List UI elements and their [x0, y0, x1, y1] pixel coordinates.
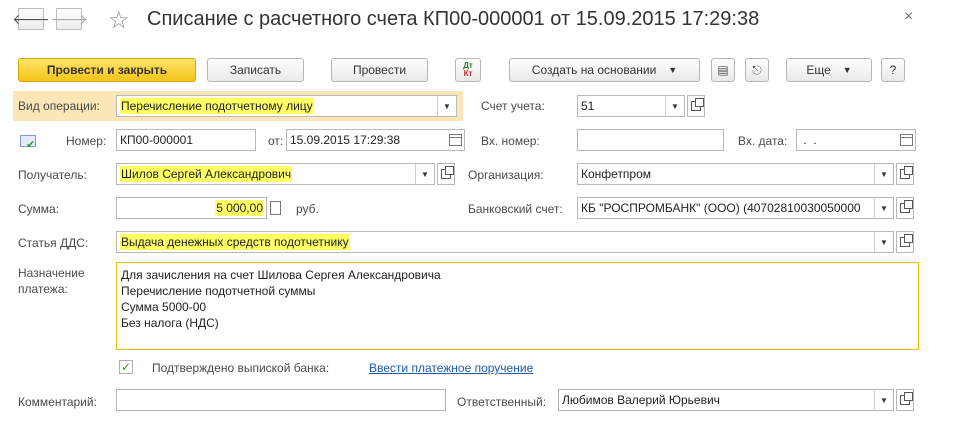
- organization-value: Конфетпром: [581, 167, 652, 181]
- document-icon: ▤: [717, 63, 729, 77]
- report-button[interactable]: ▤: [711, 58, 735, 82]
- cash-flow-item-open-button[interactable]: [896, 231, 914, 253]
- operation-type-label: Вид операции:: [18, 99, 100, 113]
- cash-flow-item-value: Выдача денежных средств подотчетнику: [120, 234, 350, 250]
- check-icon: ✔: [26, 139, 36, 151]
- kt-label: Кт: [463, 69, 473, 78]
- operation-type-value: Перечисление подотчетному лицу: [120, 98, 314, 114]
- amount-value: 5 000,00: [215, 200, 264, 216]
- account-label: Счет учета:: [481, 99, 545, 113]
- payment-purpose-label-2: платежа:: [18, 282, 68, 296]
- account-field[interactable]: 51 ▼: [577, 95, 685, 117]
- organization-field[interactable]: Конфетпром ▼: [577, 163, 894, 185]
- payment-purpose-label-1: Назначение: [18, 266, 85, 280]
- currency-label: руб.: [296, 202, 319, 216]
- arrow-left-icon: 🡐: [12, 10, 50, 27]
- incoming-date-label: Вх. дата:: [738, 134, 788, 148]
- chevron-down-icon[interactable]: ▼: [874, 390, 893, 410]
- more-label: Еще: [806, 63, 831, 77]
- arrow-right-icon: 🡒: [50, 10, 88, 27]
- amount-field[interactable]: 5 000,00: [116, 197, 267, 219]
- account-value: 51: [581, 99, 595, 113]
- payment-purpose-line: Без налога (НДС): [121, 316, 219, 330]
- organization-label: Организация:: [468, 168, 544, 182]
- date-value: 15.09.2015 17:29:38: [290, 133, 401, 147]
- chevron-down-icon[interactable]: ▼: [665, 96, 684, 116]
- comment-field[interactable]: [116, 389, 446, 411]
- number-value: КП00-000001: [120, 133, 194, 147]
- bank-account-label: Банковский счет:: [468, 202, 563, 216]
- create-based-on-button[interactable]: Создать на основании ▼: [509, 58, 700, 82]
- comment-label: Комментарий:: [18, 395, 97, 409]
- responsible-open-button[interactable]: [896, 389, 914, 411]
- open-icon: [900, 392, 913, 405]
- checkmark-icon: ✓: [120, 360, 132, 374]
- confirmed-checkbox[interactable]: ✓: [119, 360, 133, 374]
- help-button[interactable]: ?: [881, 58, 905, 82]
- confirmed-label: Подтверждено выпиской банка:: [152, 361, 330, 375]
- recipient-label: Получатель:: [18, 168, 87, 182]
- chevron-down-icon: ▼: [668, 65, 678, 75]
- incoming-date-value: . .: [800, 133, 831, 147]
- paperclip-icon: ⎋: [752, 62, 762, 77]
- recipient-value: Шилов Сергей Александрович: [120, 166, 293, 182]
- operation-type-field[interactable]: Перечисление подотчетному лицу ▼: [116, 95, 457, 117]
- responsible-field[interactable]: Любимов Валерий Юрьевич ▼: [558, 389, 894, 411]
- chevron-down-icon[interactable]: ▼: [437, 96, 456, 116]
- incoming-date-field[interactable]: . .: [796, 129, 916, 151]
- calculator-icon[interactable]: [270, 201, 281, 215]
- incoming-number-label: Вх. номер:: [481, 134, 540, 148]
- payment-purpose-line: Сумма 5000-00: [121, 300, 207, 314]
- account-open-button[interactable]: [687, 95, 705, 117]
- cash-flow-item-field[interactable]: Выдача денежных средств подотчетнику ▼: [116, 231, 894, 253]
- bank-account-open-button[interactable]: [896, 197, 914, 219]
- cash-flow-item-label: Статья ДДС:: [18, 236, 89, 250]
- close-icon[interactable]: ×: [904, 8, 913, 26]
- more-button[interactable]: Еще ▼: [786, 58, 872, 82]
- window-title: Списание с расчетного счета КП00-000001 …: [147, 8, 760, 30]
- back-button[interactable]: 🡐: [12, 8, 50, 30]
- create-based-on-label: Создать на основании: [531, 63, 657, 77]
- open-icon: [691, 98, 704, 111]
- responsible-value: Любимов Валерий Юрьевич: [562, 393, 720, 407]
- recipient-field[interactable]: Шилов Сергей Александрович ▼: [116, 163, 435, 185]
- incoming-number-field[interactable]: [577, 129, 724, 151]
- calendar-icon[interactable]: [449, 134, 462, 146]
- number-field[interactable]: КП00-000001: [116, 129, 256, 151]
- payment-purpose-line: Перечисление подотчетной суммы: [121, 284, 316, 298]
- bank-account-field[interactable]: КБ "РОСПРОМБАНК" (ООО) (4070281003005000…: [577, 197, 894, 219]
- date-label: от:: [268, 134, 284, 148]
- date-field[interactable]: 15.09.2015 17:29:38: [286, 129, 465, 151]
- chevron-down-icon[interactable]: ▼: [874, 164, 893, 184]
- responsible-label: Ответственный:: [457, 395, 547, 409]
- payment-purpose-line: Для зачисления на счет Шилова Сергея Але…: [121, 268, 441, 282]
- post-and-close-button[interactable]: Провести и закрыть: [18, 58, 196, 82]
- recipient-open-button[interactable]: [437, 163, 455, 185]
- amount-label: Сумма:: [18, 202, 60, 216]
- chevron-down-icon[interactable]: ▼: [874, 198, 893, 218]
- payment-order-link[interactable]: Ввести платежное поручение: [369, 361, 533, 375]
- calendar-icon[interactable]: [900, 134, 913, 146]
- bank-account-value: КБ "РОСПРОМБАНК" (ООО) (4070281003005000…: [581, 201, 861, 215]
- open-icon: [900, 166, 913, 179]
- chevron-down-icon[interactable]: ▼: [415, 164, 434, 184]
- open-icon: [900, 200, 913, 213]
- open-icon: [441, 166, 454, 179]
- attach-button[interactable]: ⎋: [745, 58, 769, 82]
- number-label: Номер:: [66, 134, 107, 148]
- save-button[interactable]: Записать: [207, 58, 304, 82]
- post-button[interactable]: Провести: [331, 58, 428, 82]
- forward-button[interactable]: 🡒: [50, 8, 88, 30]
- chevron-down-icon: ▼: [842, 65, 852, 75]
- dt-kt-button[interactable]: Дт Кт: [455, 58, 481, 82]
- chevron-down-icon[interactable]: ▼: [874, 232, 893, 252]
- payment-purpose-textarea[interactable]: Для зачисления на счет Шилова Сергея Але…: [116, 262, 919, 350]
- open-icon: [900, 234, 913, 247]
- organization-open-button[interactable]: [896, 163, 914, 185]
- star-icon[interactable]: ☆: [108, 6, 130, 35]
